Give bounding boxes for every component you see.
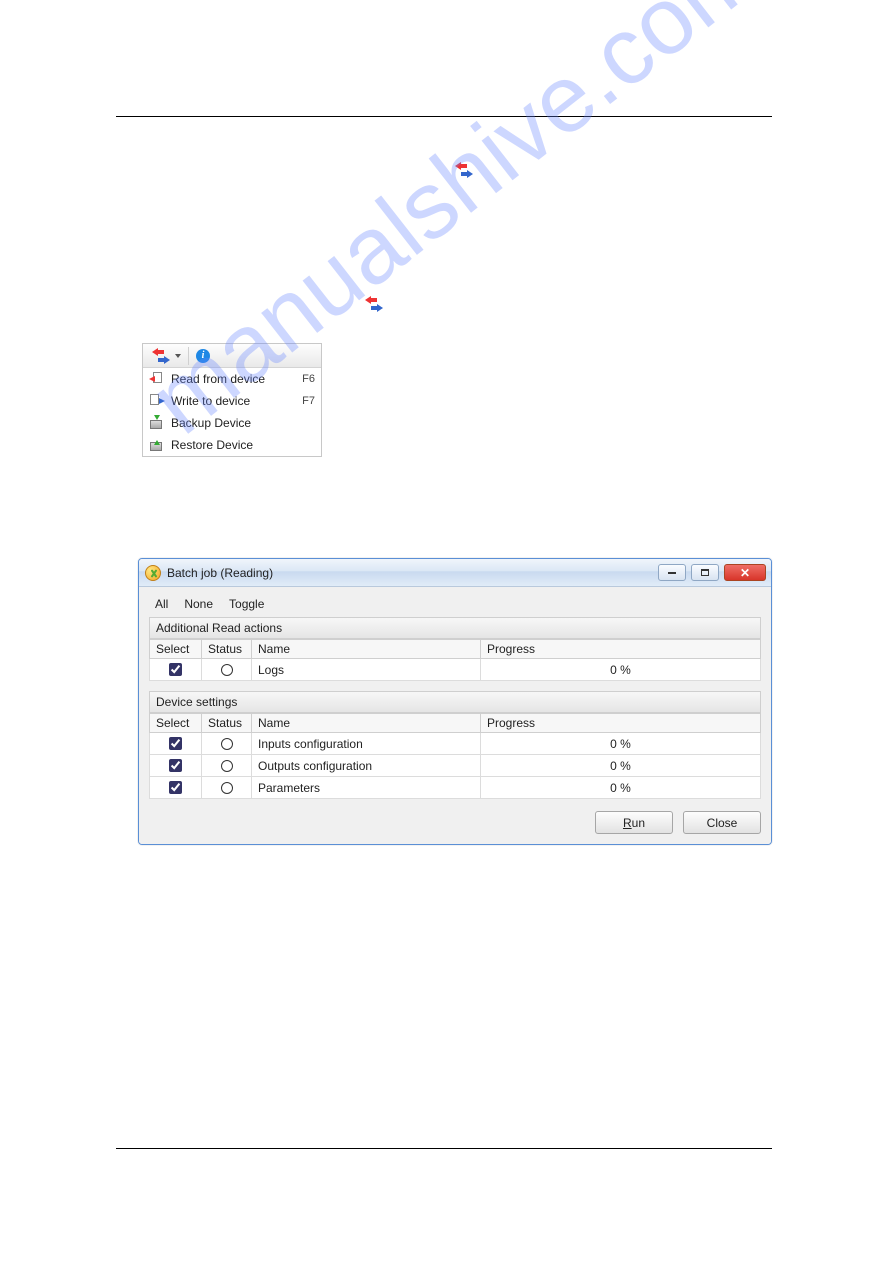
row-name: Parameters <box>252 777 481 799</box>
run-button-rest: un <box>632 816 645 830</box>
info-icon: i <box>196 349 210 363</box>
col-header-name[interactable]: Name <box>252 714 481 733</box>
menu-item-label: Write to device <box>171 394 250 408</box>
status-pending-icon <box>221 782 233 794</box>
row-progress: 0 % <box>481 733 761 755</box>
row-name: Inputs configuration <box>252 733 481 755</box>
window-maximize-button[interactable] <box>691 564 719 581</box>
menu-item-shortcut: F6 <box>302 373 315 385</box>
col-header-status[interactable]: Status <box>202 640 252 659</box>
col-header-name[interactable]: Name <box>252 640 481 659</box>
window-minimize-button[interactable] <box>658 564 686 581</box>
section-table-device: Select Status Name Progress Inputs confi… <box>149 713 761 799</box>
menu-item-label: Backup Device <box>171 416 251 430</box>
menu-restore-device[interactable]: Restore Device <box>143 434 321 456</box>
window-close-button[interactable]: ✕ <box>724 564 766 581</box>
dialog-app-icon <box>145 565 161 581</box>
menu-item-label: Restore Device <box>171 438 253 452</box>
transfer-dropdown-menu: i Read from device F6 Write to device F7… <box>142 343 322 457</box>
menu-write-to-device[interactable]: Write to device F7 <box>143 390 321 412</box>
col-header-progress[interactable]: Progress <box>481 714 761 733</box>
row-checkbox[interactable] <box>169 737 182 750</box>
table-row: Inputs configuration 0 % <box>150 733 761 755</box>
dropdown-list: Read from device F6 Write to device F7 B… <box>143 368 321 456</box>
doc-section: Configuration <box>708 98 773 110</box>
backup-icon <box>149 415 165 431</box>
status-pending-icon <box>221 760 233 772</box>
row-progress: 0 % <box>481 777 761 799</box>
table-row: Logs 0 % <box>150 659 761 681</box>
transfer-icon <box>454 162 474 181</box>
section-header-additional: Additional Read actions <box>149 617 761 639</box>
table-row: Outputs configuration 0 % <box>150 755 761 777</box>
dialog-title: Batch job (Reading) <box>167 566 273 580</box>
filter-none[interactable]: None <box>184 597 213 611</box>
filter-toggle[interactable]: Toggle <box>229 597 264 611</box>
maximize-icon <box>701 569 709 576</box>
status-pending-icon <box>221 664 233 676</box>
close-button-label: Close <box>707 816 738 830</box>
menu-item-shortcut: F7 <box>302 395 315 407</box>
row-checkbox[interactable] <box>169 663 182 676</box>
table-row: Parameters 0 % <box>150 777 761 799</box>
row-checkbox[interactable] <box>169 781 182 794</box>
minimize-icon <box>668 572 676 574</box>
row-checkbox[interactable] <box>169 759 182 772</box>
dropdown-toolbar: i <box>143 344 321 368</box>
dialog-titlebar[interactable]: Batch job (Reading) ✕ <box>139 559 771 587</box>
menu-read-from-device[interactable]: Read from device F6 <box>143 368 321 390</box>
run-button[interactable]: Run <box>595 811 673 834</box>
section-table-additional: Select Status Name Progress Logs 0 % <box>149 639 761 681</box>
header-divider <box>116 116 772 117</box>
col-header-select[interactable]: Select <box>150 640 202 659</box>
batch-job-dialog: Batch job (Reading) ✕ All None Toggle Ad… <box>138 558 772 845</box>
col-header-select[interactable]: Select <box>150 714 202 733</box>
filter-row: All None Toggle <box>149 595 761 617</box>
row-name: Logs <box>252 659 481 681</box>
toolbar-separator <box>188 347 189 365</box>
col-header-status[interactable]: Status <box>202 714 252 733</box>
transfer-icon <box>364 296 384 315</box>
row-name: Outputs configuration <box>252 755 481 777</box>
transfer-toolbar-button[interactable] <box>147 346 185 366</box>
menu-item-label: Read from device <box>171 372 265 386</box>
status-pending-icon <box>221 738 233 750</box>
doc-title: FDRM-M22k User instruction <box>116 98 258 110</box>
restore-icon <box>149 437 165 453</box>
close-button[interactable]: Close <box>683 811 761 834</box>
menu-backup-device[interactable]: Backup Device <box>143 412 321 434</box>
dialog-button-row: Run Close <box>149 799 761 834</box>
row-progress: 0 % <box>481 755 761 777</box>
section-header-device: Device settings <box>149 691 761 713</box>
info-toolbar-button[interactable]: i <box>192 347 214 365</box>
footer-divider <box>116 1148 772 1149</box>
filter-all[interactable]: All <box>155 597 168 611</box>
read-icon <box>149 371 165 387</box>
row-progress: 0 % <box>481 659 761 681</box>
close-icon: ✕ <box>740 566 750 580</box>
chevron-down-icon <box>175 354 181 358</box>
col-header-progress[interactable]: Progress <box>481 640 761 659</box>
transfer-icon <box>151 348 171 364</box>
write-icon <box>149 393 165 409</box>
